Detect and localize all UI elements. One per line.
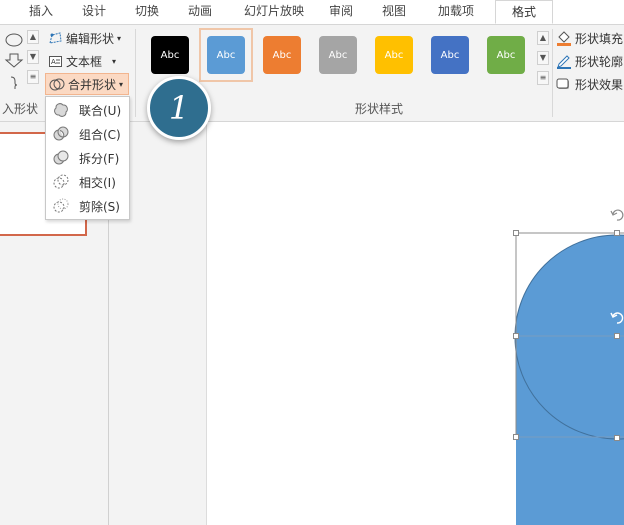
ribbon-tab-bar: 插入 设计 切换 动画 幻灯片放映 审阅 视图 加载项 格式 [0, 0, 624, 25]
style-swatch-blue[interactable]: Abc [207, 36, 245, 74]
gallery-up-arrow[interactable]: ▲ [27, 30, 39, 44]
shape-effects-label: 形状效果 [575, 77, 624, 92]
style-swatch-black[interactable]: Abc [151, 36, 189, 74]
tab-animations[interactable]: 动画 [176, 0, 224, 24]
tab-slideshow[interactable]: 幻灯片放映 [236, 0, 312, 24]
chevron-down-icon: ▾ [119, 79, 124, 89]
gallery-more-arrow[interactable]: ≡ [27, 70, 39, 84]
shape-styles-group-label: 形状样式 [355, 102, 404, 116]
tab-addins[interactable]: 加载项 [427, 0, 485, 24]
gallery-down-arrow[interactable]: ▼ [27, 50, 39, 64]
svg-text:A: A [51, 58, 56, 66]
tab-insert[interactable]: 插入 [17, 0, 65, 24]
merge-shapes-button[interactable]: 合并形状 ▾ [45, 73, 129, 95]
menu-item-combine[interactable]: 组合(C) [46, 122, 129, 146]
resize-handle[interactable] [614, 230, 620, 236]
swatch-label: Abc [216, 49, 236, 61]
shape-effects-icon [556, 78, 569, 89]
styles-down-arrow[interactable]: ▼ [537, 51, 549, 65]
tab-format[interactable]: 格式 [495, 0, 553, 24]
menu-item-fragment[interactable]: 拆分(F) [46, 146, 129, 170]
chevron-down-icon: ▾ [117, 33, 122, 43]
fragment-icon [53, 150, 69, 165]
resize-handle[interactable] [513, 333, 519, 339]
shape-outline-button[interactable]: 形状轮廓 [556, 51, 623, 71]
menu-item-label: 拆分(F) [79, 151, 120, 166]
paint-bucket-icon [557, 31, 571, 46]
step-number-badge: 1 [147, 76, 211, 140]
styles-more-arrow[interactable]: ≡ [537, 71, 549, 85]
union-icon [54, 103, 68, 117]
style-swatch-orange[interactable]: Abc [263, 36, 301, 74]
combine-icon [53, 126, 69, 141]
menu-item-label: 组合(C) [79, 127, 121, 142]
shape-fill-label: 形状填充 [575, 31, 624, 46]
edit-shape-label: 编辑形状 [66, 31, 115, 46]
resize-handle[interactable] [614, 333, 620, 339]
slide-canvas[interactable] [206, 122, 624, 525]
edit-shape-button[interactable]: 编辑形状 ▾ [48, 28, 121, 48]
shape-outline-label: 形状轮廓 [575, 54, 624, 69]
merge-shapes-menu: 联合(U) 组合(C) 拆分(F) 相交(I) 剪除(S) [45, 96, 130, 220]
subtract-icon [53, 198, 69, 213]
merge-shapes-icon [49, 78, 65, 90]
tab-review[interactable]: 审阅 [317, 0, 365, 24]
intersect-icon [53, 174, 69, 189]
resize-handle[interactable] [513, 434, 519, 440]
group-separator [135, 29, 136, 117]
swatch-label: Abc [328, 49, 348, 61]
text-box-icon: A [49, 55, 62, 67]
style-swatch-darkblue[interactable]: Abc [431, 36, 469, 74]
slide-editing-area [109, 122, 624, 525]
menu-item-label: 剪除(S) [79, 199, 120, 214]
chevron-down-icon: ▾ [112, 56, 117, 66]
text-box-button[interactable]: A 文本框 ▾ [48, 51, 116, 71]
style-swatch-green[interactable]: Abc [487, 36, 525, 74]
shape-fill-button[interactable]: 形状填充 [556, 28, 623, 48]
menu-item-label: 相交(I) [79, 175, 116, 190]
swatch-label: Abc [440, 49, 460, 61]
tab-design[interactable]: 设计 [70, 0, 118, 24]
shape-effects-button[interactable]: 形状效果 [556, 74, 623, 94]
menu-item-intersect[interactable]: 相交(I) [46, 170, 129, 194]
text-box-label: 文本框 [66, 54, 103, 69]
shape-gallery[interactable] [0, 29, 26, 91]
style-swatch-gold[interactable]: Abc [375, 36, 413, 74]
menu-item-subtract[interactable]: 剪除(S) [46, 194, 129, 218]
menu-item-union[interactable]: 联合(U) [46, 98, 129, 122]
rotate-handle-icon[interactable] [610, 209, 624, 221]
pencil-outline-icon [557, 55, 571, 69]
swatch-label: Abc [160, 49, 180, 61]
style-swatch-gray[interactable]: Abc [319, 36, 357, 74]
swatch-label: Abc [384, 49, 404, 61]
edit-shape-icon [49, 31, 62, 44]
styles-up-arrow[interactable]: ▲ [537, 31, 549, 45]
slide-shapes [514, 209, 624, 525]
shape-gallery-icons [4, 33, 24, 89]
tab-view[interactable]: 视图 [370, 0, 418, 24]
insert-shapes-group-label: 入形状 [2, 102, 39, 116]
merge-shapes-label: 合并形状 [68, 77, 117, 92]
group-separator [552, 29, 553, 117]
swatch-label: Abc [272, 49, 292, 61]
resize-handle[interactable] [614, 435, 620, 441]
menu-item-label: 联合(U) [79, 103, 122, 118]
resize-handle[interactable] [513, 230, 519, 236]
tab-transitions[interactable]: 切换 [123, 0, 171, 24]
swatch-label: Abc [496, 49, 516, 61]
